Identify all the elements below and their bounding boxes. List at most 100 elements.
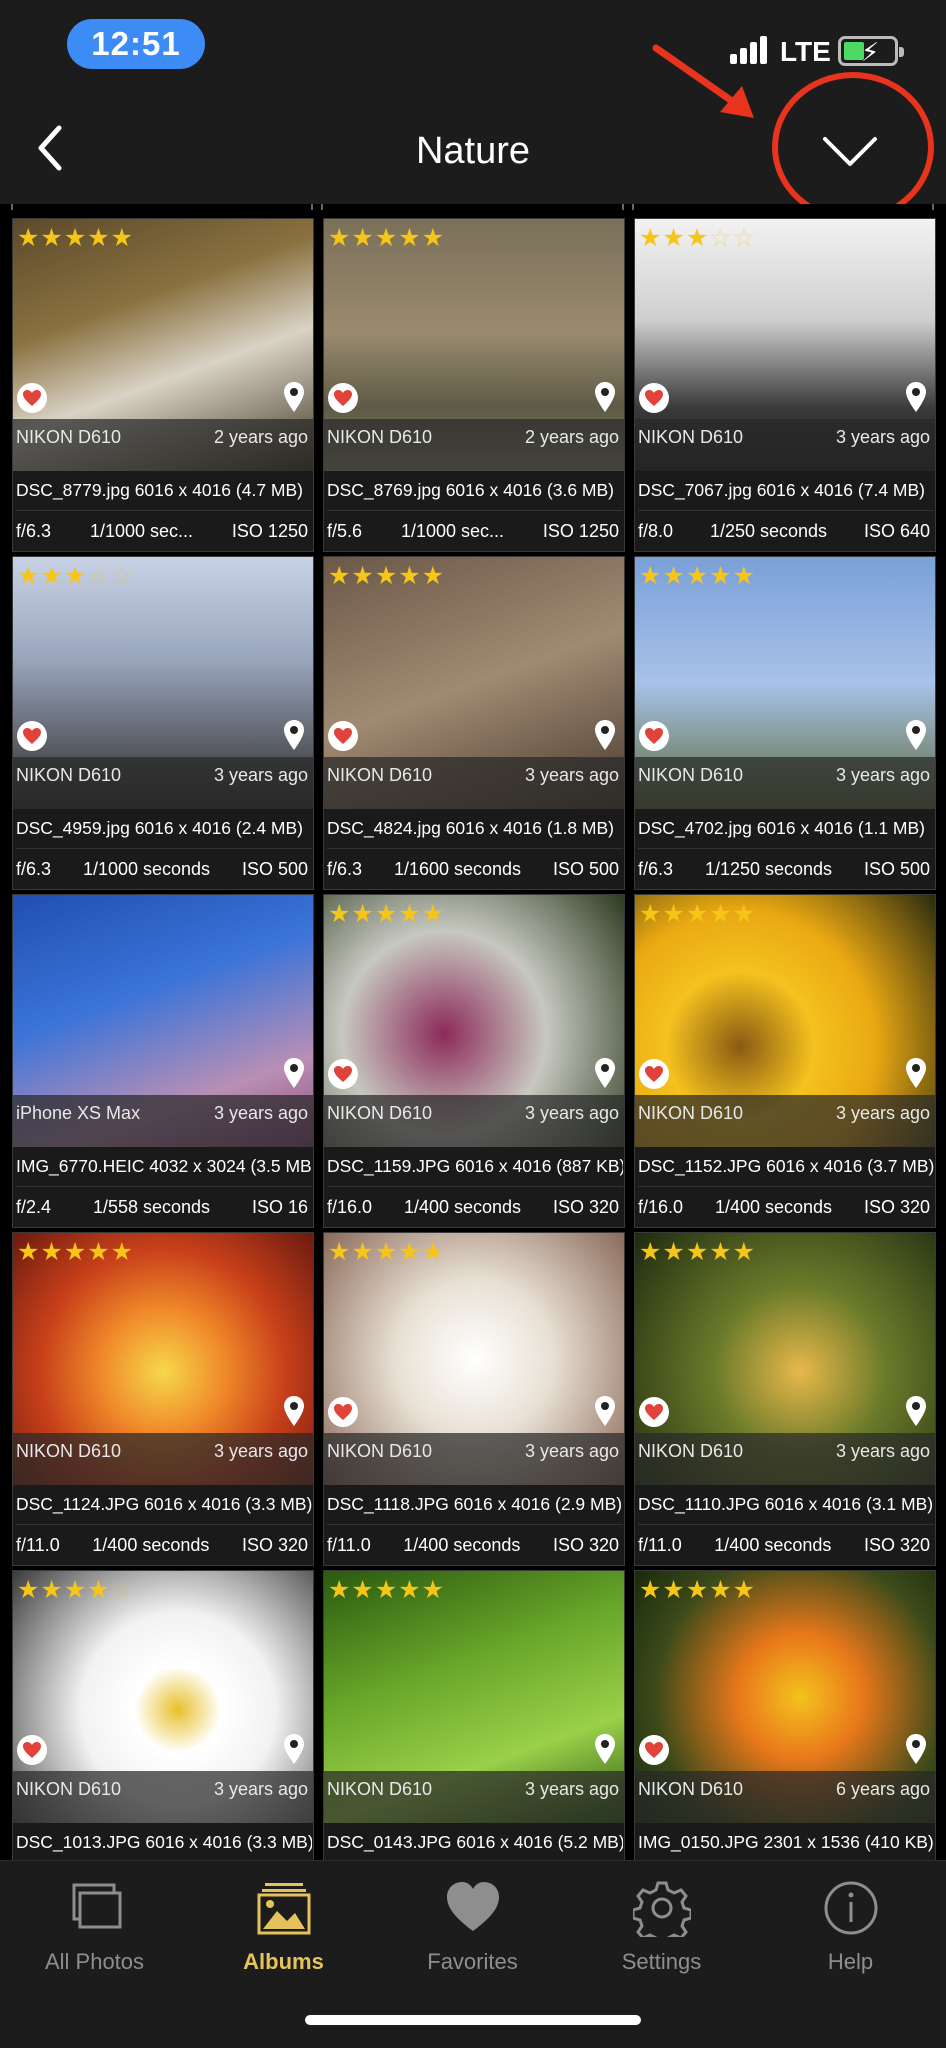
rating-stars: ★★★★★ [639,562,757,590]
photo-card[interactable]: ★★★☆☆ NIKON D610 3 years ago DSC_4959.jpg 6… [12,556,314,890]
file-info: DSC_8769.jpg 6016 x 4016 (3.6 MB) [327,471,623,511]
favorite-heart-icon[interactable] [639,1059,669,1089]
iso: ISO 320 [552,1196,619,1217]
location-pin-icon[interactable] [283,1733,305,1765]
photo-card[interactable]: iPhone XS Max 3 years ago IMG_6770.HEIC 40… [12,894,314,1228]
iso: ISO 1250 [231,520,308,541]
location-pin-icon[interactable] [283,381,305,413]
photo-card[interactable]: ★★★★★ NIKON D610 2 years ago DSC_8779.jpg 6… [12,218,314,552]
favorite-heart-icon[interactable] [17,1735,47,1765]
shutter-speed: 1/400 seconds [403,1196,522,1217]
rating-stars: ★★★★★ [328,900,446,928]
photo-age: 3 years ago [213,1103,308,1123]
file-dimensions: 6016 x 4016 (3.3 MB) [145,1832,312,1852]
camera-model: NIKON D610 [327,1441,433,1461]
favorite-heart-icon[interactable] [17,383,47,413]
shutter-speed: 1/250 seconds [709,520,828,541]
favorite-heart-icon[interactable] [328,383,358,413]
aperture: f/16.0 [638,1196,684,1217]
location-pin-icon[interactable] [594,1057,616,1089]
iso: ISO 16 [251,1196,308,1217]
favorite-heart-icon[interactable] [328,1059,358,1089]
aperture: f/6.3 [638,858,674,879]
file-dimensions: 6016 x 4016 (3.1 MB) [764,1494,934,1514]
exposure-info: f/6.3 1/1600 seconds ISO 500 [327,849,623,889]
file-dimensions: 6016 x 4016 (4.7 MB) [134,480,303,500]
location-pin-icon[interactable] [905,719,927,751]
photo-card[interactable]: ★★★★★ NIKON D610 3 years ago DSC_4702.jpg 6… [634,556,936,890]
location-pin-icon[interactable] [283,719,305,751]
tab-all-photos[interactable]: All Photos [0,1879,189,1989]
exposure-info: f/6.3 1/1000 sec... ISO 1250 [16,511,312,551]
rating-stars: ★★★★★ [639,1238,757,1266]
photo-card[interactable]: ★★★★★ NIKON D610 2 years ago DSC_8769.jpg 6… [323,218,625,552]
shutter-speed: 1/1250 seconds [704,858,833,879]
iso: ISO 320 [863,1196,930,1217]
location-pin-icon[interactable] [905,1733,927,1765]
rating-stars: ★★★☆☆ [17,562,135,590]
camera-model: NIKON D610 [638,765,744,785]
rating-stars: ★★★★★ [328,1576,446,1604]
expand-menu-button[interactable] [800,112,900,192]
rating-stars: ★★★★★ [328,562,446,590]
exposure-info: f/6.3 1/1250 seconds ISO 500 [638,849,934,889]
photo-card[interactable]: ★★★★★ NIKON D610 6 years ago IMG_0150.JPG 2… [634,1570,936,1860]
tab-help[interactable]: Help [756,1879,945,1989]
file-dimensions: 6016 x 4016 (2.4 MB) [134,818,303,838]
file-name: DSC_8779.jpg [16,480,130,500]
photo-card[interactable]: ★★★☆☆ NIKON D610 3 years ago DSC_7067.jpg 6… [634,218,936,552]
gear-icon [632,1881,691,1937]
favorite-heart-icon[interactable] [328,1397,358,1427]
aperture: f/11.0 [638,1534,682,1555]
favorite-heart-icon[interactable] [639,721,669,751]
favorite-heart-icon[interactable] [639,1397,669,1427]
location-pin-icon[interactable] [594,1395,616,1427]
location-pin-icon[interactable] [905,1395,927,1427]
file-info: DSC_8779.jpg 6016 x 4016 (4.7 MB) [16,471,312,511]
file-name: DSC_4959.jpg [16,818,130,838]
file-info: DSC_1152.JPG 6016 x 4016 (3.7 MB) [638,1147,934,1187]
location-pin-icon[interactable] [905,1057,927,1089]
file-name: IMG_6770.HEIC [16,1156,145,1176]
rating-stars: ★★★★★ [17,1238,135,1266]
home-indicator[interactable] [305,2015,641,2025]
location-pin-icon[interactable] [905,381,927,413]
photo-grid[interactable]: ★★★★★ NIKON D610 2 years ago DSC_8779.jpg 6… [0,204,946,1860]
shutter-speed: 1/1000 sec... [89,520,194,541]
aperture: f/16.0 [327,1196,373,1217]
favorite-heart-icon[interactable] [328,721,358,751]
photo-card[interactable]: ★★★★★ NIKON D610 3 years ago DSC_4824.jpg 6… [323,556,625,890]
photo-card[interactable]: ★★★★☆ NIKON D610 3 years ago DSC_1013.JPG 6… [12,1570,314,1860]
tab-settings[interactable]: Settings [567,1879,756,1989]
rating-stars: ★★★★★ [17,224,135,252]
exposure-info: f/11.0 1/400 seconds ISO 320 [638,1525,934,1565]
iso: ISO 500 [863,858,930,879]
photo-card[interactable]: ★★★★★ NIKON D610 3 years ago DSC_1118.JPG 6… [323,1232,625,1566]
shutter-speed: 1/558 seconds [92,1196,211,1217]
photo-card[interactable]: ★★★★★ NIKON D610 3 years ago DSC_1159.JPG 6… [323,894,625,1228]
location-pin-icon[interactable] [594,1733,616,1765]
location-pin-icon[interactable] [594,381,616,413]
file-info: DSC_1013.JPG 6016 x 4016 (3.3 MB) [16,1823,312,1860]
tab-albums[interactable]: Albums [189,1879,378,1989]
iso: ISO 500 [552,858,619,879]
photo-card[interactable]: ★★★★★ NIKON D610 3 years ago DSC_0143.JPG 6… [323,1570,625,1860]
photo-card[interactable]: ★★★★★ NIKON D610 3 years ago DSC_1124.JPG 6… [12,1232,314,1566]
location-pin-icon[interactable] [283,1395,305,1427]
favorite-heart-icon[interactable] [639,1735,669,1765]
location-pin-icon[interactable] [594,719,616,751]
photo-card[interactable]: ★★★★★ NIKON D610 3 years ago DSC_1152.JPG 6… [634,894,936,1228]
status-time[interactable]: 12:51 [67,19,205,69]
favorite-heart-icon[interactable] [639,383,669,413]
cellular-signal-icon [730,36,767,64]
tab-favorites[interactable]: Favorites [378,1879,567,1989]
photo-card[interactable]: ★★★★★ NIKON D610 3 years ago DSC_1110.JPG 6… [634,1232,936,1566]
file-info: DSC_1159.JPG 6016 x 4016 (887 KB) [327,1147,623,1187]
location-pin-icon[interactable] [283,1057,305,1089]
file-dimensions: 6016 x 4016 (1.8 MB) [445,818,614,838]
file-dimensions: 2301 x 1536 (410 KB) [763,1832,934,1852]
favorite-heart-icon[interactable] [17,721,47,751]
status-bar: 12:51 LTE ⚡ [0,0,946,96]
iso: ISO 500 [241,858,308,879]
exposure-info: f/11.0 1/400 seconds ISO 320 [327,1525,623,1565]
